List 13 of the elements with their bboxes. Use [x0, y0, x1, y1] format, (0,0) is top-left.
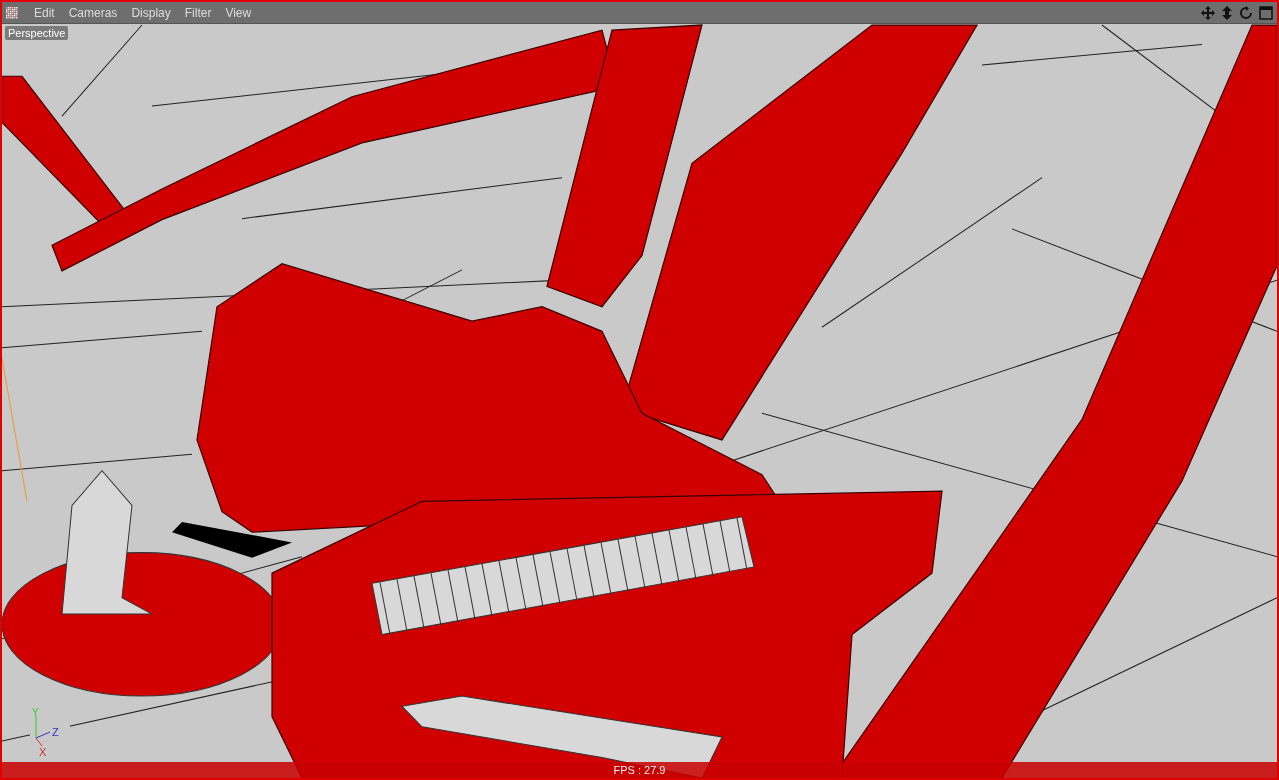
menu-item[interactable]: Display: [127, 5, 175, 20]
menu-item[interactable]: Edit: [30, 5, 59, 20]
menu-item[interactable]: Filter: [180, 5, 216, 20]
grid-icon[interactable]: [6, 6, 18, 19]
maximize-icon[interactable]: [1259, 5, 1273, 20]
axis-gizmo-drawing: Y Z X: [30, 708, 70, 758]
menu-item[interactable]: Cameras: [64, 5, 122, 20]
fps-readout: FPS : 27.9: [613, 764, 666, 776]
camera-label[interactable]: Perspective: [5, 26, 69, 40]
menu-item[interactable]: View: [221, 5, 256, 20]
rotate-icon[interactable]: [1239, 5, 1253, 20]
up-down-arrow-icon[interactable]: [1221, 5, 1233, 20]
move-icon[interactable]: [1201, 5, 1215, 20]
